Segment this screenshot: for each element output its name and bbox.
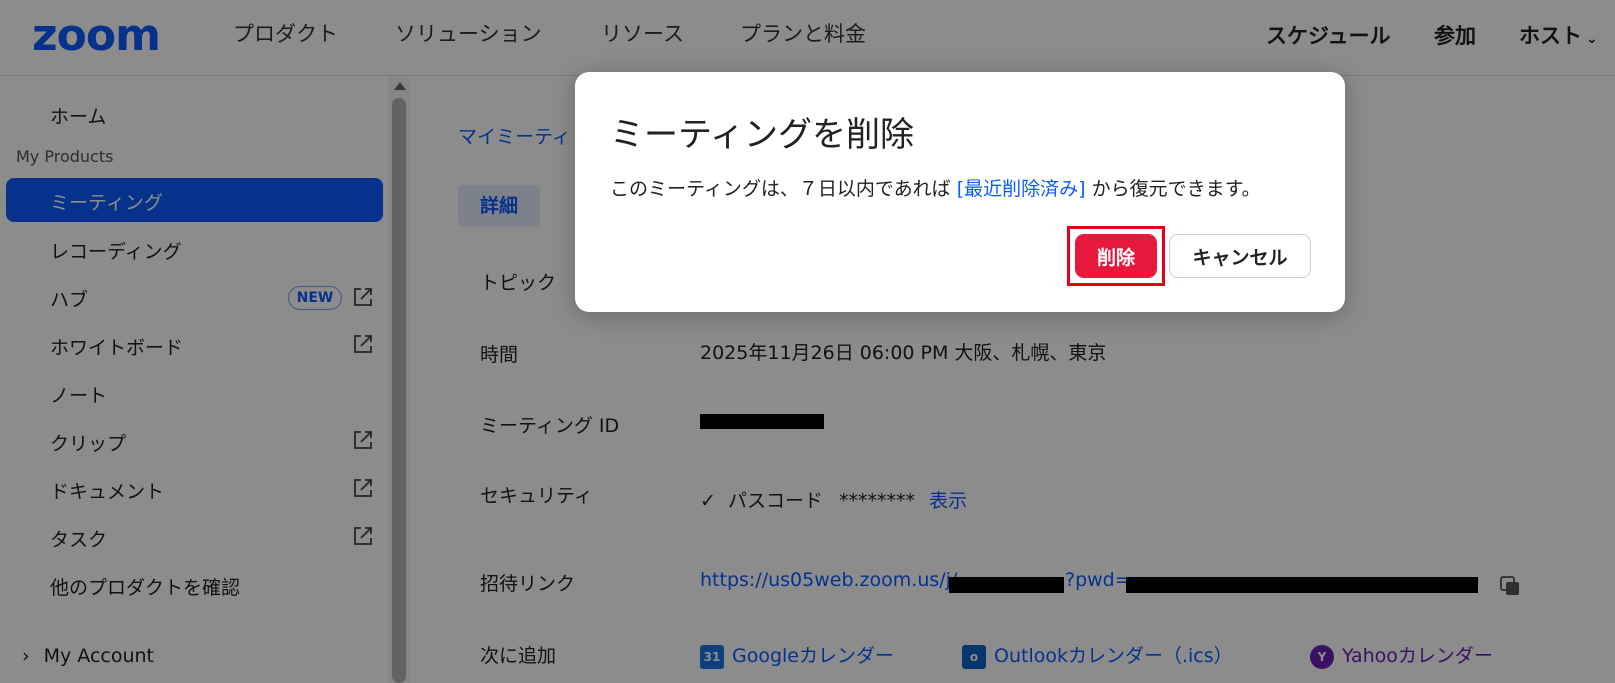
delete-meeting-dialog: ミーティングを削除 このミーティングは、７日以内であれば [最近削除済み] から…: [575, 72, 1345, 312]
recently-deleted-link[interactable]: [最近削除済み]: [957, 178, 1086, 200]
dialog-title: ミーティングを削除: [610, 115, 914, 155]
dialog-body-text-2: から復元できます。: [1085, 178, 1261, 200]
dialog-body-text-1: このミーティングは、７日以内であれば: [610, 178, 957, 200]
delete-button[interactable]: 削除: [1075, 234, 1157, 278]
cancel-button[interactable]: キャンセル: [1169, 234, 1311, 278]
dialog-body: このミーティングは、７日以内であれば [最近削除済み] から復元できます。: [610, 174, 1261, 201]
